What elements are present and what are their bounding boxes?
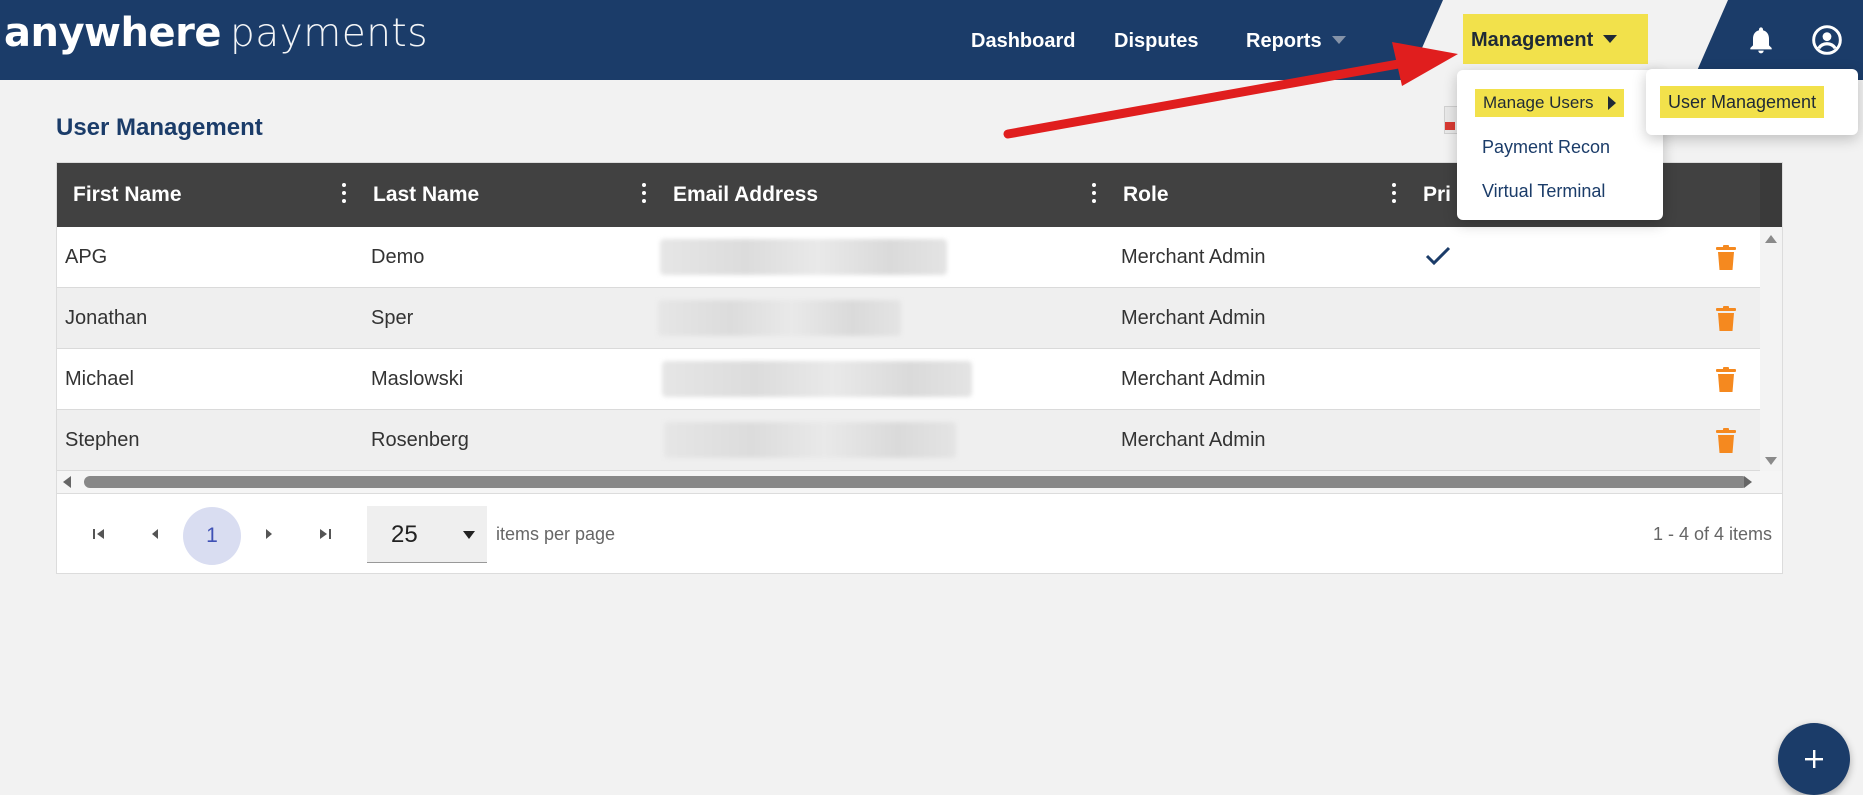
cell-first-name: Stephen xyxy=(65,429,140,451)
first-page-icon[interactable] xyxy=(89,524,109,544)
last-page-icon[interactable] xyxy=(315,524,335,544)
column-header-email[interactable]: Email Address xyxy=(673,163,818,227)
app-root: anywhere payments Dashboard Disputes Rep… xyxy=(0,0,1863,795)
table-row[interactable]: Michael Maslowski Merchant Admin xyxy=(57,349,1760,410)
cell-last-name: Maslowski xyxy=(371,368,464,390)
submenu-item-user-management[interactable]: User Management xyxy=(1660,86,1825,118)
column-menu-icon[interactable] xyxy=(1389,181,1399,207)
horizontal-scroll-thumb[interactable] xyxy=(84,476,1748,488)
cell-last-name: Rosenberg xyxy=(371,429,469,451)
column-menu-icon[interactable] xyxy=(339,181,349,207)
cell-role: Merchant Admin xyxy=(1121,429,1266,451)
scroll-left-icon[interactable] xyxy=(63,476,71,488)
menu-item-virtual-terminal[interactable]: Virtual Terminal xyxy=(1482,177,1605,205)
column-menu-icon[interactable] xyxy=(1089,181,1099,207)
chevron-down-icon xyxy=(1603,35,1618,44)
cell-email-redacted xyxy=(662,361,972,397)
scroll-down-icon[interactable] xyxy=(1765,457,1777,465)
page-title: User Management xyxy=(56,114,263,141)
manage-users-submenu: User Management xyxy=(1646,69,1858,135)
bell-icon[interactable] xyxy=(1745,24,1777,56)
column-header-last-name[interactable]: Last Name xyxy=(373,163,479,227)
menu-item-manage-users-label: Manage Users xyxy=(1483,93,1594,112)
user-circle-icon[interactable] xyxy=(1811,24,1843,56)
nav-reports[interactable]: Reports xyxy=(1246,0,1346,80)
table-row[interactable]: Stephen Rosenberg Merchant Admin xyxy=(57,410,1760,471)
checkmark-icon xyxy=(1425,246,1451,266)
page-number-current[interactable]: 1 xyxy=(183,507,241,565)
brand-logo[interactable]: anywhere payments xyxy=(4,10,428,62)
plus-icon xyxy=(1805,750,1823,768)
column-header-role[interactable]: Role xyxy=(1123,163,1169,227)
pagination-info: 1 - 4 of 4 items xyxy=(1652,524,1772,544)
page-size-select[interactable]: 25 xyxy=(367,506,487,563)
trash-icon[interactable] xyxy=(1715,306,1737,332)
scroll-up-icon[interactable] xyxy=(1765,235,1777,243)
cell-last-name: Demo xyxy=(371,246,425,268)
users-table: First Name Last Name Email Address Role … xyxy=(56,162,1783,574)
top-nav-bar: anywhere payments Dashboard Disputes Rep… xyxy=(0,0,1863,80)
column-header-primary[interactable]: Pri xyxy=(1423,163,1451,227)
vertical-scrollbar[interactable] xyxy=(1760,227,1782,471)
trash-icon[interactable] xyxy=(1715,428,1737,454)
nav-dashboard[interactable]: Dashboard xyxy=(971,0,1075,80)
brand-logo-light: payments xyxy=(229,11,429,56)
scroll-right-icon[interactable] xyxy=(1744,476,1752,488)
cell-email-redacted xyxy=(660,239,947,275)
pdf-export-icon[interactable] xyxy=(1444,106,1458,134)
table-row[interactable]: Jonathan Sper Merchant Admin xyxy=(57,288,1760,349)
cell-first-name: Michael xyxy=(65,368,134,390)
horizontal-scrollbar[interactable] xyxy=(57,471,1782,493)
management-dropdown: Manage Users Payment Recon Virtual Termi… xyxy=(1457,70,1663,220)
cell-role: Merchant Admin xyxy=(1121,368,1266,390)
brand-logo-bold: anywhere xyxy=(4,10,221,56)
trash-icon[interactable] xyxy=(1715,245,1737,271)
cell-first-name: APG xyxy=(65,246,108,268)
trash-icon[interactable] xyxy=(1715,367,1737,393)
chevron-down-icon xyxy=(1331,36,1346,45)
nav-disputes[interactable]: Disputes xyxy=(1114,0,1198,80)
table-row[interactable]: APG Demo Merchant Admin xyxy=(57,227,1760,288)
column-header-first-name[interactable]: First Name xyxy=(73,163,182,227)
cell-role: Merchant Admin xyxy=(1121,246,1266,268)
chevron-down-icon xyxy=(463,531,475,539)
cell-email-redacted xyxy=(658,300,901,336)
cell-email-redacted xyxy=(664,422,956,458)
caret-right-icon xyxy=(1607,96,1616,110)
cell-first-name: Jonathan xyxy=(65,307,148,329)
add-user-button[interactable] xyxy=(1778,723,1850,795)
cell-last-name: Sper xyxy=(371,307,414,329)
header-scroll-cap xyxy=(1760,163,1782,227)
pagination-bar: 1 25 items per page 1 - 4 of 4 items xyxy=(57,493,1782,573)
items-per-page-label: items per page xyxy=(496,524,616,544)
column-menu-icon[interactable] xyxy=(639,181,649,207)
nav-reports-label: Reports xyxy=(1246,30,1322,52)
previous-page-icon[interactable] xyxy=(145,524,165,544)
menu-item-manage-users[interactable]: Manage Users xyxy=(1475,89,1624,117)
nav-management-label: Management xyxy=(1471,29,1594,51)
cell-role: Merchant Admin xyxy=(1121,307,1266,329)
page-size-value: 25 xyxy=(391,521,418,548)
next-page-icon[interactable] xyxy=(259,524,279,544)
nav-management[interactable]: Management xyxy=(1463,14,1648,64)
menu-item-payment-recon[interactable]: Payment Recon xyxy=(1482,133,1610,161)
